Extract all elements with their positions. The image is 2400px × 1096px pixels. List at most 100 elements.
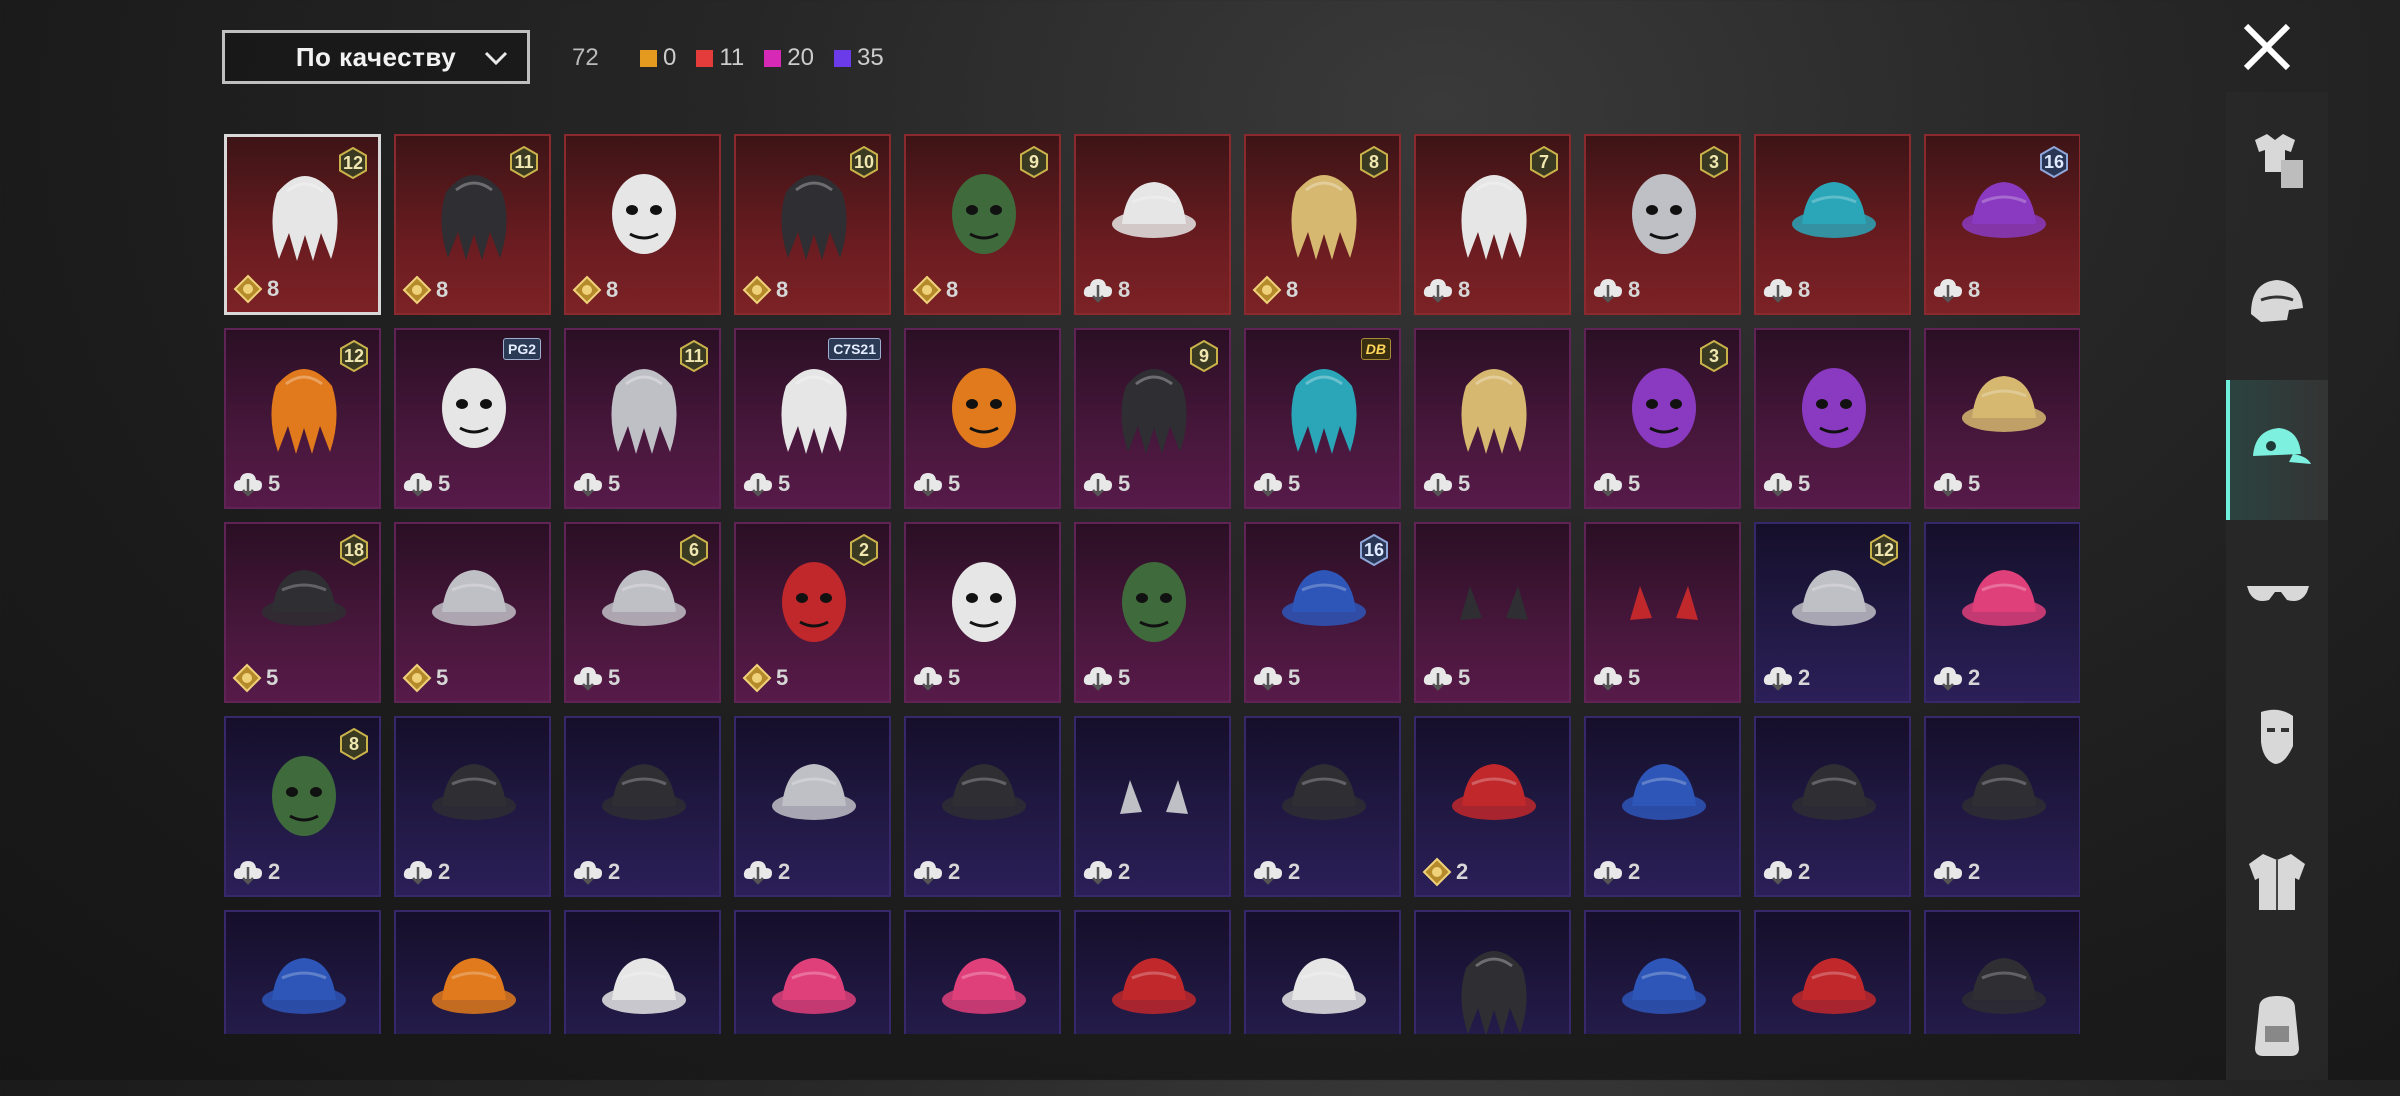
item-card[interactable]: 3 8 — [1584, 134, 1741, 315]
item-count-value: 5 — [948, 665, 961, 690]
outfit-icon — [2255, 134, 2303, 188]
item-card[interactable]: 2 — [394, 716, 551, 897]
antler-helmet-icon — [432, 570, 516, 626]
level-badge: 7 — [1528, 146, 1560, 178]
silver-cloud-icon — [233, 473, 262, 497]
item-card[interactable]: 8 2 — [224, 716, 381, 897]
item-card[interactable]: 12 2 — [1754, 522, 1911, 703]
sidebar-tab-cap[interactable] — [2226, 380, 2328, 520]
item-card[interactable]: DB 5 — [1244, 328, 1401, 509]
item-count-value: 2 — [1288, 859, 1301, 884]
item-card[interactable]: 16 8 — [1924, 134, 2080, 315]
item-card[interactable] — [564, 910, 721, 1034]
gold-coupon-icon — [572, 275, 602, 305]
item-card[interactable]: 5 — [1754, 328, 1911, 509]
sidebar-tab-helmet[interactable] — [2226, 236, 2328, 376]
item-card[interactable]: 12 5 — [224, 328, 381, 509]
item-card[interactable]: 6 5 — [564, 522, 721, 703]
sidebar-tab-sunglasses[interactable] — [2226, 524, 2328, 664]
silver-cloud-icon — [743, 861, 772, 885]
item-card[interactable] — [394, 910, 551, 1034]
sort-dropdown[interactable]: По качеству — [222, 30, 530, 84]
item-card[interactable] — [1244, 910, 1401, 1034]
item-card[interactable]: 8 — [1754, 134, 1911, 315]
item-count-value: 8 — [1458, 277, 1471, 302]
item-card[interactable]: 8 — [1074, 134, 1231, 315]
item-card[interactable]: 5 — [1074, 522, 1231, 703]
item-card[interactable]: 9 8 — [904, 134, 1061, 315]
item-count: 2 — [742, 857, 790, 887]
item-card[interactable]: 5 — [1924, 328, 2080, 509]
top-hat-icon — [1962, 958, 2046, 1014]
item-card[interactable]: 8 — [564, 134, 721, 315]
item-card[interactable]: C7S21 5 — [734, 328, 891, 509]
item-card[interactable]: 11 8 — [394, 134, 551, 315]
item-card[interactable]: 9 5 — [1074, 328, 1231, 509]
item-card[interactable]: 5 — [394, 522, 551, 703]
level-badge-value: 9 — [1028, 151, 1039, 172]
item-card[interactable]: 2 — [1414, 716, 1571, 897]
item-card[interactable] — [734, 910, 891, 1034]
purple-square-icon — [833, 49, 851, 67]
item-count-value: 2 — [1456, 859, 1469, 884]
sidebar-tab-jacket[interactable] — [2226, 812, 2328, 952]
item-card[interactable]: 16 5 — [1244, 522, 1401, 703]
sidebar-tab-backpack[interactable] — [2226, 956, 2328, 1096]
red-mohawk-icon — [1452, 764, 1536, 820]
item-card[interactable] — [1754, 910, 1911, 1034]
sidebar-tab-outfit[interactable] — [2226, 92, 2328, 232]
gold-coupon-icon — [232, 663, 262, 693]
item-card[interactable] — [1074, 910, 1231, 1034]
item-count-value: 8 — [1118, 277, 1131, 302]
item-count-value: 8 — [1286, 277, 1299, 302]
item-card[interactable]: 18 5 — [224, 522, 381, 703]
item-card[interactable]: 11 5 — [564, 328, 721, 509]
item-card[interactable]: 5 — [1414, 328, 1571, 509]
helmet-icon — [2251, 280, 2303, 322]
chevron-down-icon — [484, 51, 508, 66]
item-card[interactable]: 2 — [1074, 716, 1231, 897]
silver-cloud-icon — [1933, 473, 1962, 497]
item-count: 2 — [1252, 857, 1300, 887]
item-card[interactable]: 2 — [1244, 716, 1401, 897]
close-icon[interactable] — [2238, 18, 2296, 76]
item-card[interactable]: 12 8 — [224, 134, 381, 315]
level-badge-value: 10 — [853, 151, 875, 172]
item-count-value: 5 — [608, 471, 621, 496]
item-card[interactable] — [1584, 910, 1741, 1034]
item-count: 8 — [402, 275, 448, 305]
silver-cloud-icon — [1083, 861, 1112, 885]
item-card[interactable]: 2 — [1754, 716, 1911, 897]
item-card[interactable]: 2 — [1924, 716, 2080, 897]
item-card[interactable]: 5 — [904, 328, 1061, 509]
item-card[interactable]: 2 — [904, 716, 1061, 897]
panda-head-icon — [442, 368, 506, 448]
item-card[interactable] — [224, 910, 381, 1034]
sidebar-tab-face-mask[interactable] — [2226, 668, 2328, 808]
item-card[interactable]: 2 — [734, 716, 891, 897]
item-card[interactable]: 10 8 — [734, 134, 891, 315]
item-card[interactable]: 5 — [1414, 522, 1571, 703]
item-card[interactable]: 5 — [904, 522, 1061, 703]
silver-cloud-icon — [1083, 667, 1112, 691]
face-mask-icon — [2261, 709, 2293, 764]
item-card[interactable]: 7 8 — [1414, 134, 1571, 315]
item-card[interactable] — [1414, 910, 1571, 1034]
item-card[interactable]: 2 — [1924, 522, 2080, 703]
silver-cloud-icon — [1593, 279, 1622, 303]
rarity-count-value: 35 — [856, 44, 884, 71]
item-card[interactable]: 2 — [564, 716, 721, 897]
item-card[interactable]: 3 5 — [1584, 328, 1741, 509]
item-card[interactable] — [904, 910, 1061, 1034]
item-card[interactable]: 2 5 — [734, 522, 891, 703]
item-count-value: 5 — [776, 665, 789, 690]
item-card[interactable]: 5 — [1584, 522, 1741, 703]
level-badge: 2 — [848, 534, 880, 566]
jacket-icon — [2249, 854, 2305, 910]
item-card[interactable] — [1924, 910, 2080, 1034]
item-count: 8 — [233, 274, 279, 304]
item-card[interactable]: 2 — [1584, 716, 1741, 897]
item-count-value: 8 — [267, 276, 280, 301]
item-card[interactable]: PG2 5 — [394, 328, 551, 509]
item-card[interactable]: 8 8 — [1244, 134, 1401, 315]
